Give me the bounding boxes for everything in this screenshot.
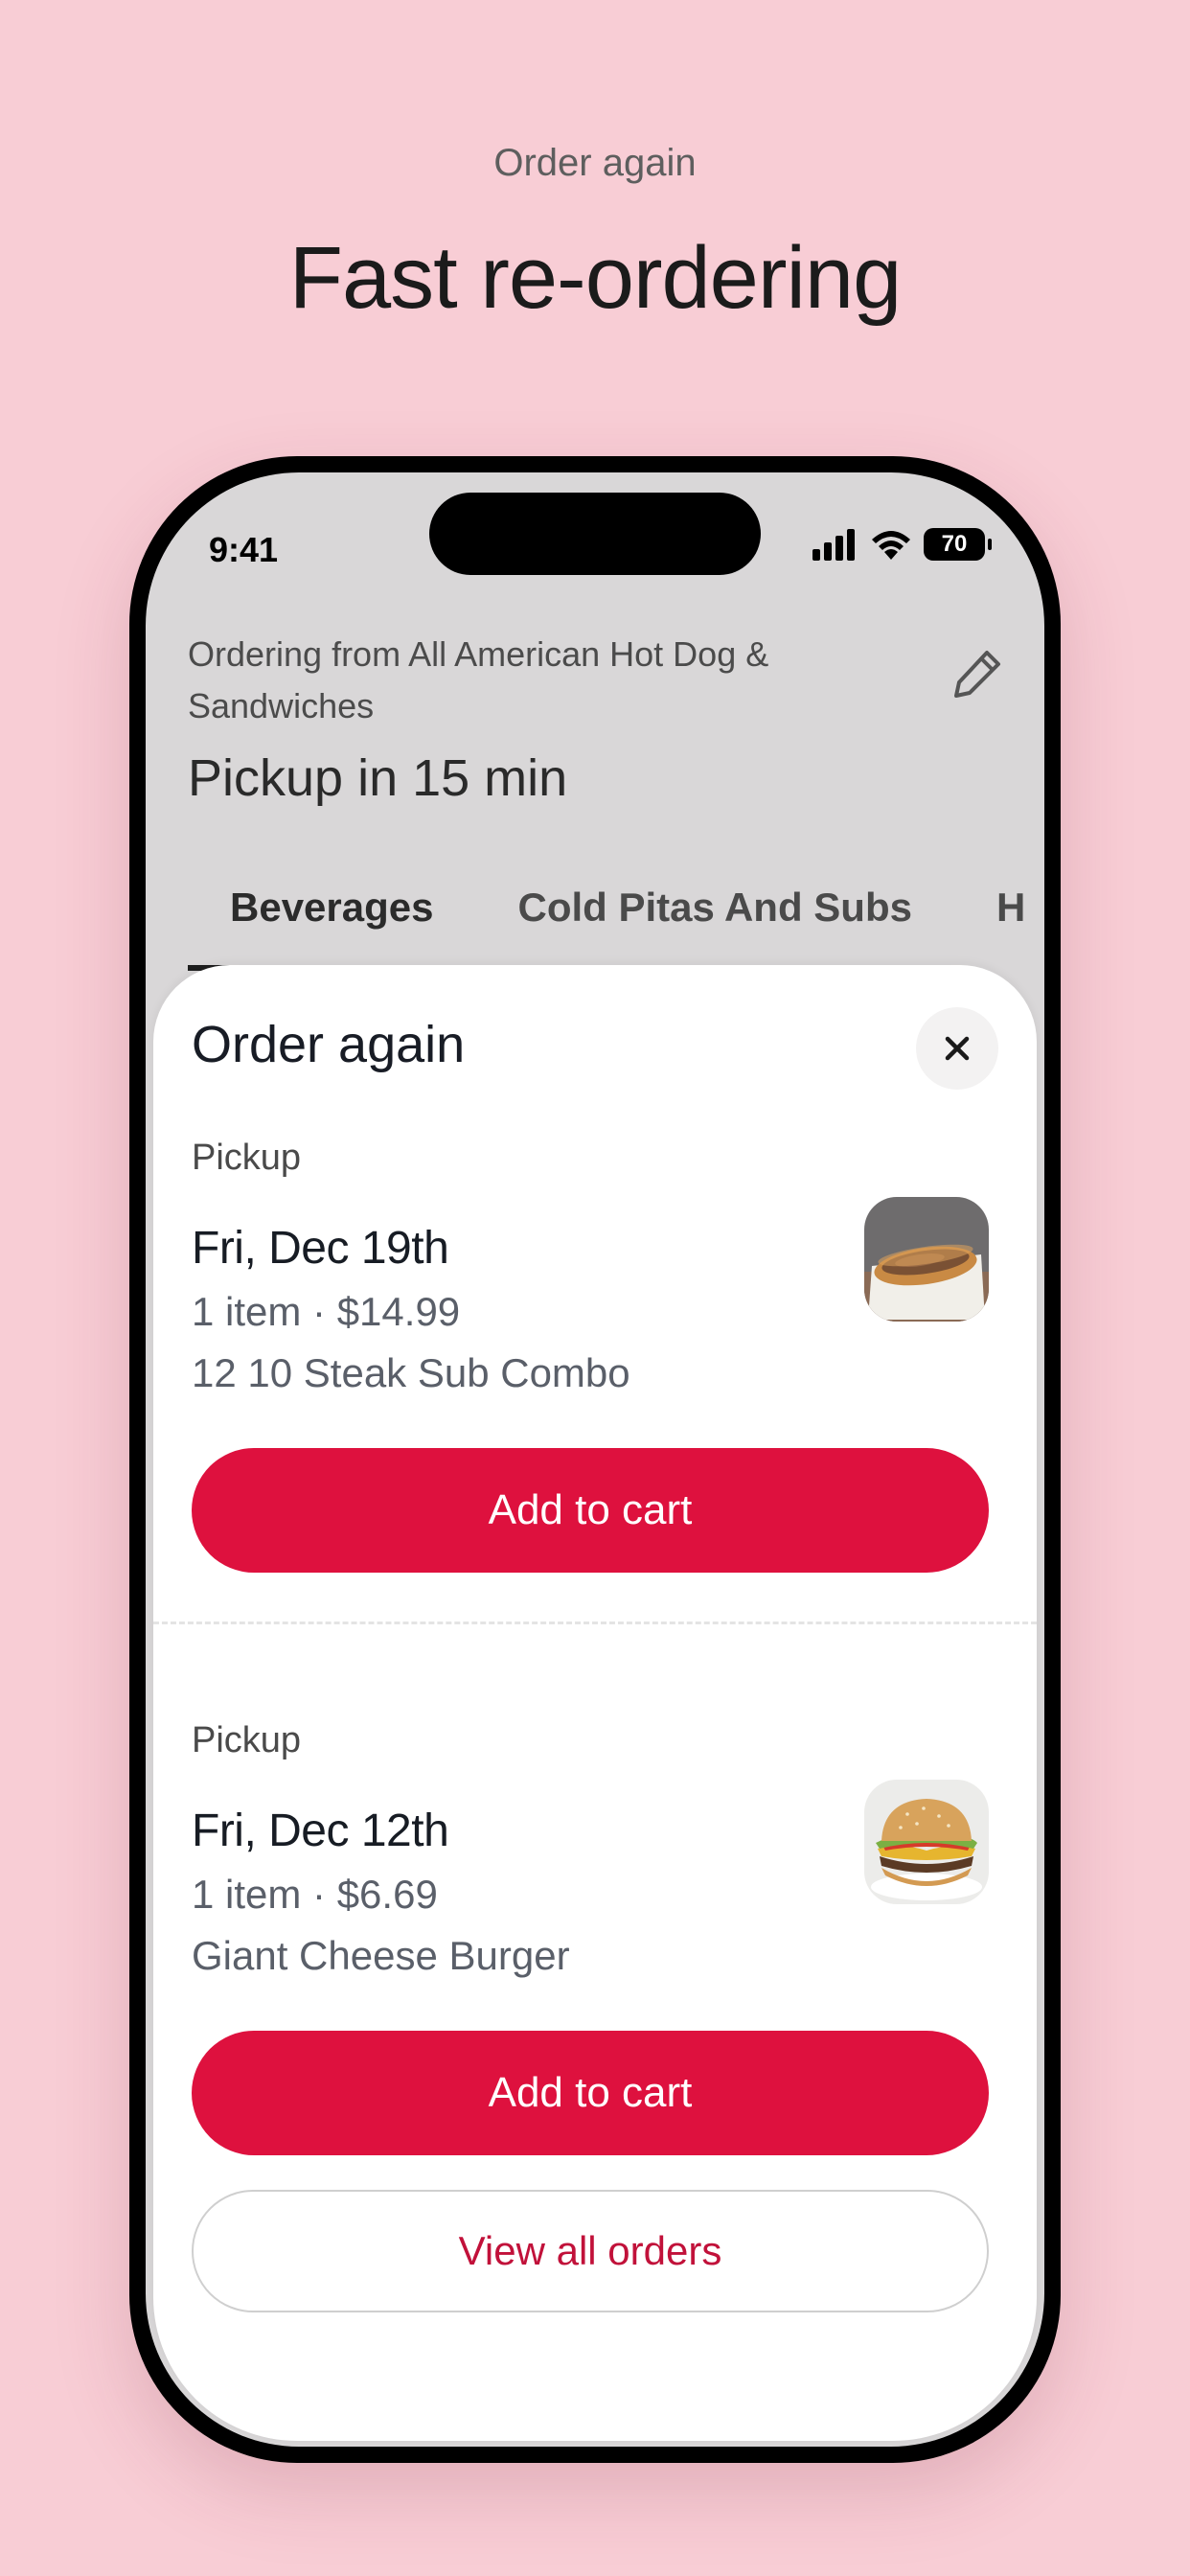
- battery-icon: 70: [924, 528, 992, 561]
- order-card: Pickup Fri, Dec 12th 1 item · $6.69 Gian…: [192, 1720, 989, 2161]
- battery-level: 70: [941, 531, 968, 557]
- signal-icon: [812, 529, 855, 561]
- pencil-icon[interactable]: [949, 645, 1006, 702]
- order-again-sheet: Order again Pickup Fri, Dec 19th 1 item …: [153, 965, 1037, 2441]
- add-to-cart-button[interactable]: Add to cart: [192, 1448, 989, 1573]
- order-item-name: Giant Cheese Burger: [192, 1933, 570, 1978]
- view-all-orders-button[interactable]: View all orders: [192, 2190, 989, 2312]
- status-icons: 70: [811, 528, 992, 561]
- phone-screen: 9:41 70 Ordering from All American Hot D…: [146, 472, 1044, 2447]
- pickup-eta: Pickup in 15 min: [188, 749, 568, 807]
- dynamic-island: [429, 493, 761, 575]
- phone-frame: 9:41 70 Ordering from All American Hot D…: [129, 456, 1061, 2463]
- add-to-cart-button[interactable]: Add to cart: [192, 2031, 989, 2155]
- close-button[interactable]: [916, 1007, 998, 1090]
- status-time: 9:41: [209, 530, 279, 569]
- wifi-icon: [872, 531, 910, 560]
- order-summary: 1 item · $6.69: [192, 1872, 438, 1917]
- hero-eyebrow: Order again: [493, 142, 697, 184]
- order-item-name: 12 10 Steak Sub Combo: [192, 1350, 630, 1395]
- cheeseburger-image: [864, 1780, 989, 1904]
- order-card: Pickup Fri, Dec 19th 1 item · $14.99 12 …: [192, 1138, 989, 1578]
- hero-title: Fast re-ordering: [288, 229, 902, 327]
- tab-cold-pitas-and-subs[interactable]: Cold Pitas And Subs: [475, 856, 953, 971]
- tab-beverages[interactable]: Beverages: [188, 856, 476, 971]
- close-icon: [945, 1036, 970, 1061]
- category-tabs: Beverages Cold Pitas And Subs H: [188, 856, 1044, 971]
- sheet-title: Order again: [192, 1016, 466, 1073]
- tab-partial[interactable]: H: [954, 856, 1044, 971]
- steak-sub-image: [864, 1197, 989, 1322]
- order-summary: 1 item · $14.99: [192, 1289, 461, 1334]
- order-type: Pickup: [192, 1138, 302, 1178]
- order-date: Fri, Dec 12th: [192, 1806, 449, 1856]
- order-type: Pickup: [192, 1720, 302, 1760]
- ordering-from-label: Ordering from All American Hot Dog & San…: [188, 634, 769, 725]
- order-date: Fri, Dec 19th: [192, 1223, 449, 1274]
- order-divider: [153, 1622, 1037, 1624]
